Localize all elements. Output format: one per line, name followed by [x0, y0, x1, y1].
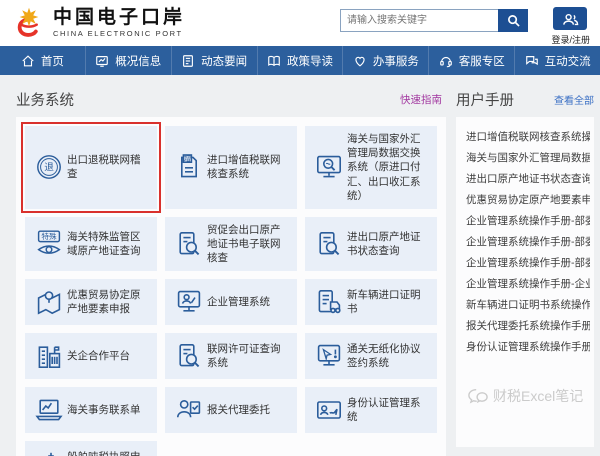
port-emblem-icon [12, 6, 46, 40]
card-fta-origin-declaration[interactable]: 优惠贸易协定原产地要素申报 [25, 279, 157, 325]
search-input[interactable] [340, 9, 498, 32]
vat-doc-icon: 增 [171, 151, 207, 183]
view-all-link[interactable]: 查看全部 [554, 92, 594, 107]
monitor-sign-icon [311, 340, 347, 372]
manual-link[interactable]: 报关代理委托系统操作手册 [466, 316, 590, 337]
card-special-zone-origin-query[interactable]: 特殊 海关特殊监管区域原产地证查询 [25, 217, 157, 272]
user-manual-panel: 进口增值税联网核查系统操作手册 海关与国家外汇管理局数据交换系 进出口原产地证书… [456, 117, 594, 447]
map-pin-icon [31, 286, 67, 318]
watermark: 财税Excel笔记 [468, 386, 590, 406]
page-content: 业务系统 快速指南 退 出口退税联网稽查 [0, 75, 600, 456]
doc-truck-icon [311, 286, 347, 318]
business-systems-title: 业务系统 [16, 89, 74, 110]
manual-link[interactable]: 企业管理系统操作手册-部委端 [466, 253, 590, 274]
card-customs-enterprise-platform[interactable]: 关企合作平台 [25, 333, 157, 379]
manual-link[interactable]: 进出口原产地证书状态查询系统操 [466, 169, 590, 190]
manual-link[interactable]: 进口增值税联网核查系统操作手册 [466, 127, 590, 148]
card-identity-auth-management[interactable]: 身份认证管理系统 [305, 387, 437, 433]
manual-link[interactable]: 优惠贸易协定原产地要素申报系统 [466, 190, 590, 211]
nav-item-support[interactable]: 客服专区 [428, 46, 514, 75]
business-systems-panel: 退 出口退税联网稽查 增 进口增值税联网核查系统 [16, 117, 446, 456]
user-manual-title: 用户手册 [456, 89, 514, 110]
card-customs-broker-entrust[interactable]: 报关代理委托 [165, 387, 297, 433]
policy-book-icon [267, 54, 281, 68]
building-icon [31, 340, 67, 372]
nav-item-home[interactable]: 首页 [0, 46, 85, 75]
manual-link[interactable]: 企业管理系统操作手册-部委端 [466, 211, 590, 232]
card-customs-affairs-contact[interactable]: 海关事务联系单 [25, 387, 157, 433]
logo-subtitle: CHINA ELECTRONIC PORT [53, 29, 185, 38]
user-manual-section: 用户手册 查看全部 进口增值税联网核查系统操作手册 海关与国家外汇管理局数据交换… [456, 88, 594, 456]
card-export-tax-refund[interactable]: 退 出口退税联网稽查 [25, 126, 157, 209]
doc-search-icon [171, 228, 207, 260]
business-systems-section: 业务系统 快速指南 退 出口退税联网稽查 [16, 88, 446, 456]
nav-item-interaction[interactable]: 互动交流 [514, 46, 600, 75]
user-icon [562, 12, 579, 26]
site-header: 中国电子口岸 CHINA ELECTRONIC PORT 登录/注册 [0, 0, 600, 46]
main-nav: 首页 概况信息 动态要闻 政策导读 办事服务 客服专区 互动交流 [0, 46, 600, 75]
chat-icon [525, 54, 539, 68]
nav-item-news[interactable]: 动态要闻 [171, 46, 257, 75]
manual-link[interactable]: 企业管理系统操作手册-部委端 [466, 232, 590, 253]
card-enterprise-management[interactable]: 企业管理系统 [165, 279, 297, 325]
user-account-button[interactable] [553, 7, 587, 30]
doc-search-icon [171, 340, 207, 372]
manual-link[interactable]: 企业管理系统操作手册-企业端 [466, 274, 590, 295]
card-new-vehicle-import-cert[interactable]: 新车辆进口证明书 [305, 279, 437, 325]
logo-title: 中国电子口岸 [53, 8, 185, 29]
site-logo: 中国电子口岸 CHINA ELECTRONIC PORT [12, 6, 185, 40]
monitor-search-icon [311, 151, 347, 183]
id-card-icon [311, 394, 347, 426]
heart-service-icon [353, 54, 367, 68]
svg-text:退: 退 [44, 163, 54, 174]
news-icon [181, 54, 195, 68]
svg-text:特殊: 特殊 [41, 231, 57, 241]
headset-icon [439, 54, 453, 68]
manual-link[interactable]: 身份认证管理系统操作手册 [466, 337, 590, 358]
overview-icon [95, 54, 109, 68]
doc-search-icon [311, 228, 347, 260]
card-origin-cert-status-query[interactable]: 进出口原产地证书状态查询 [305, 217, 437, 272]
login-register-link[interactable]: 登录/注册 [551, 33, 590, 46]
nav-item-overview[interactable]: 概况信息 [85, 46, 171, 75]
quick-guide-link[interactable]: 快速指南 [400, 92, 442, 107]
card-import-vat-check[interactable]: 增 进口增值税联网核查系统 [165, 126, 297, 209]
search-bar [340, 9, 528, 32]
watermark-text: 财税Excel笔记 [493, 386, 583, 406]
special-eye-icon: 特殊 [31, 228, 67, 260]
person-clipboard-icon [171, 394, 207, 426]
search-icon [507, 14, 520, 27]
nav-item-policy[interactable]: 政策导读 [257, 46, 343, 75]
card-ship-tonnage-tax-license[interactable]: 船舶吨税执照申请 [25, 441, 157, 456]
card-paperless-clearance-agreement[interactable]: 通关无纸化协议签约系统 [305, 333, 437, 379]
ship-icon [31, 448, 67, 456]
manual-link[interactable]: 新车辆进口证明书系统操作手册 [466, 295, 590, 316]
card-ccpit-origin-cert-check[interactable]: 贸促会出口原产地证书电子联网核查 [165, 217, 297, 272]
watermark-chat-icon [468, 388, 488, 405]
search-button[interactable] [498, 9, 528, 32]
svg-text:增: 增 [184, 154, 191, 163]
tax-refund-icon: 退 [31, 151, 67, 183]
home-icon [21, 54, 35, 68]
monitor-person-icon [171, 286, 207, 318]
laptop-icon [31, 394, 67, 426]
card-networked-license-query[interactable]: 联网许可证查询系统 [165, 333, 297, 379]
card-customs-safe-data-exchange[interactable]: 海关与国家外汇管理局数据交换系统（原进口付汇、出口收汇系统） [305, 126, 437, 209]
nav-item-service[interactable]: 办事服务 [342, 46, 428, 75]
manual-link[interactable]: 海关与国家外汇管理局数据交换系 [466, 148, 590, 169]
